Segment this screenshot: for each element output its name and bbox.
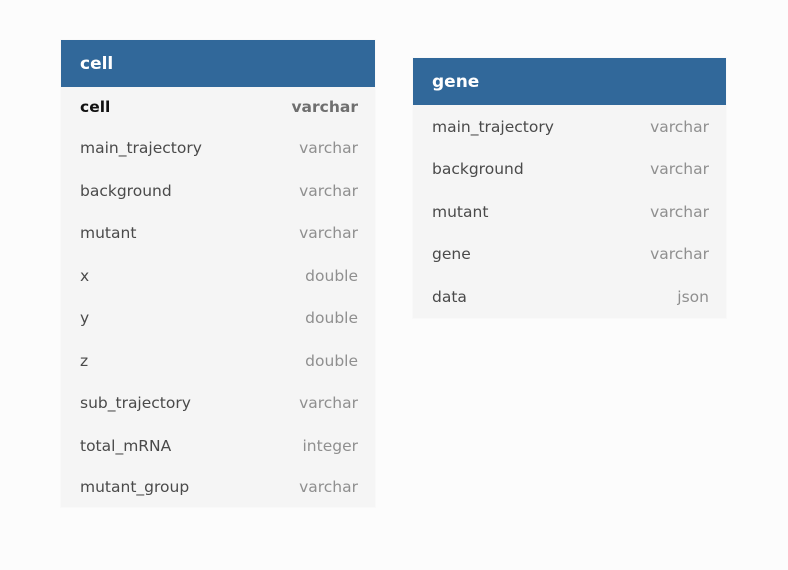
column-name: data xyxy=(432,287,467,306)
column-type: varchar xyxy=(291,98,358,116)
column-name: background xyxy=(80,181,172,200)
column-row-sub-trajectory[interactable]: sub_trajectory varchar xyxy=(61,382,375,425)
column-type: double xyxy=(305,351,358,370)
column-name: cell xyxy=(80,98,111,116)
column-type: varchar xyxy=(650,202,709,221)
column-name: mutant_group xyxy=(80,478,190,496)
column-name: sub_trajectory xyxy=(80,394,191,413)
column-row-y[interactable]: y double xyxy=(61,297,375,340)
column-row-background[interactable]: background varchar xyxy=(413,148,726,191)
column-type: double xyxy=(305,266,358,285)
column-name: gene xyxy=(432,245,471,264)
column-list: cell varchar main_trajectory varchar bac… xyxy=(61,87,375,507)
column-type: varchar xyxy=(650,245,709,264)
table-cell[interactable]: cell cell varchar main_trajectory varcha… xyxy=(61,40,375,507)
column-type: varchar xyxy=(650,117,709,136)
column-row-z[interactable]: z double xyxy=(61,340,375,383)
column-row-gene[interactable]: gene varchar xyxy=(413,233,726,276)
column-row-mutant[interactable]: mutant varchar xyxy=(61,212,375,255)
column-row-main-trajectory[interactable]: main_trajectory varchar xyxy=(61,127,375,170)
column-row-mutant-group[interactable]: mutant_group varchar xyxy=(61,467,375,507)
column-name: x xyxy=(80,266,90,285)
column-type: varchar xyxy=(299,224,358,243)
table-header-cell[interactable]: cell xyxy=(61,40,375,87)
column-row-x[interactable]: x double xyxy=(61,255,375,298)
column-type: varchar xyxy=(299,478,358,496)
table-gene[interactable]: gene main_trajectory varchar background … xyxy=(413,58,726,318)
column-name: main_trajectory xyxy=(80,139,202,158)
column-type: varchar xyxy=(650,160,709,179)
column-name: total_mRNA xyxy=(80,436,172,455)
column-name: mutant xyxy=(432,202,489,221)
column-type: varchar xyxy=(299,139,358,158)
column-row-background[interactable]: background varchar xyxy=(61,170,375,213)
column-name: mutant xyxy=(80,224,137,243)
column-row-total-mrna[interactable]: total_mRNA integer xyxy=(61,425,375,468)
column-name: main_trajectory xyxy=(432,117,554,136)
column-row-cell[interactable]: cell varchar xyxy=(61,87,375,127)
column-type: double xyxy=(305,309,358,328)
column-row-data[interactable]: data json xyxy=(413,276,726,319)
column-type: integer xyxy=(302,436,359,455)
column-name: background xyxy=(432,160,524,179)
column-row-main-trajectory[interactable]: main_trajectory varchar xyxy=(413,105,726,148)
column-name: y xyxy=(80,309,90,328)
column-type: varchar xyxy=(299,181,358,200)
column-type: varchar xyxy=(299,394,358,413)
column-type: json xyxy=(677,287,709,306)
column-row-mutant[interactable]: mutant varchar xyxy=(413,191,726,234)
column-list: main_trajectory varchar background varch… xyxy=(413,105,726,318)
column-name: z xyxy=(80,351,89,370)
table-header-gene[interactable]: gene xyxy=(413,58,726,105)
